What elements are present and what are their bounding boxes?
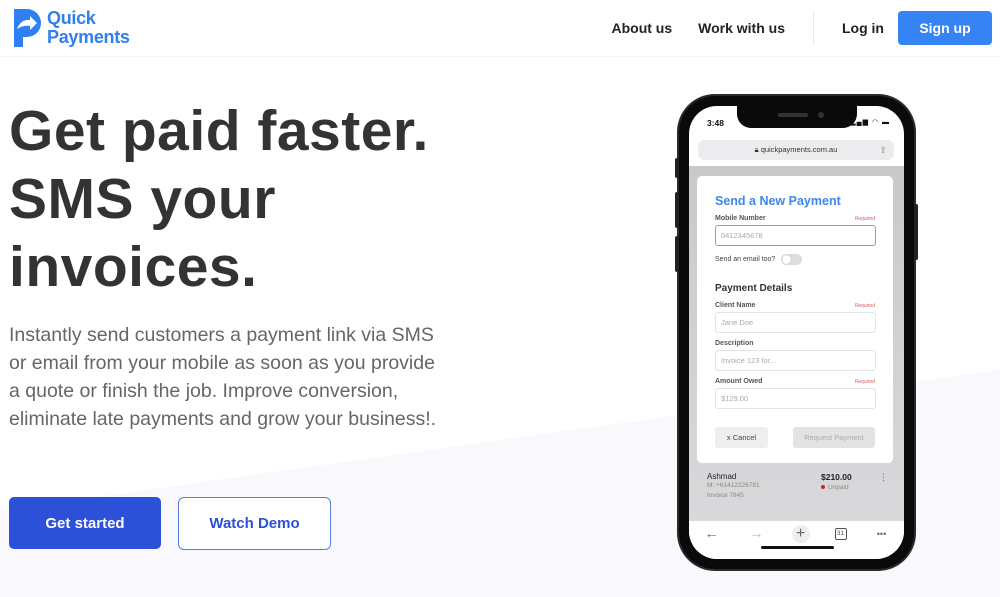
phone-notch [737, 106, 857, 128]
modal-actions: x Cancel Request Payment [715, 427, 875, 448]
headline-line-2: SMS your [9, 167, 276, 231]
phone-mockup: 3:48 ▂▄▆ ◠ ▬ 🔒︎ quickpayments.com.au ⇪ S… [675, 96, 918, 569]
client-name-label: Client Name Required [715, 302, 875, 309]
description-input[interactable]: Invoice 123 for... [715, 350, 876, 371]
email-toggle[interactable] [781, 254, 803, 265]
client-name-label-text: Client Name [715, 302, 756, 309]
speaker-grille [778, 113, 808, 117]
browser-toolbar: ← → + 31 ••• [689, 521, 904, 559]
share-icon[interactable]: ⇪ [879, 140, 887, 160]
signup-button[interactable]: Sign up [898, 11, 992, 45]
main-nav: About us Work with us Log in Sign up [611, 11, 992, 45]
logo-p-arrow-icon [14, 9, 41, 47]
front-camera [818, 112, 824, 118]
required-tag: Required [854, 216, 875, 222]
headline-line-3: invoices. [9, 235, 258, 299]
more-vertical-icon[interactable]: ⋮ [879, 472, 888, 483]
payment-status-text: Unpaid [828, 484, 849, 491]
lock-icon: 🔒︎ [754, 145, 759, 154]
wifi-icon: ◠ [871, 119, 880, 126]
tabs-count-icon[interactable]: 31 [834, 528, 847, 540]
site-header: Quick Payments About us Work with us Log… [0, 0, 1000, 57]
payment-list-item[interactable]: Ashmad M: +61412226781 Invoice 7845 $210… [707, 472, 892, 501]
back-arrow-icon[interactable]: ← [702, 525, 722, 541]
client-name-input[interactable]: Jane Doe [715, 312, 876, 333]
nav-about-us[interactable]: About us [611, 20, 672, 36]
home-indicator [761, 546, 834, 549]
status-icons: ▂▄▆ ◠ ▬ [850, 118, 890, 126]
cta-group: Get started Watch Demo [9, 497, 331, 550]
client-name: Ashmad [707, 472, 737, 481]
amount-owed-label-text: Amount Owed [715, 378, 763, 385]
signal-icon: ▂▄▆ [850, 119, 869, 126]
phone-screen: 3:48 ▂▄▆ ◠ ▬ 🔒︎ quickpayments.com.au ⇪ S… [689, 106, 904, 559]
nav-work-with-us[interactable]: Work with us [698, 20, 785, 36]
payment-status: Unpaid [821, 484, 849, 491]
forward-arrow-icon[interactable]: → [747, 525, 767, 541]
phone-volume-down [675, 236, 679, 272]
brand-name-line2: Payments [47, 27, 130, 47]
battery-icon: ▬ [882, 119, 890, 126]
request-payment-button[interactable]: Request Payment [793, 427, 875, 448]
phone-power-button [914, 204, 918, 260]
brand-name: Quick Payments [47, 9, 130, 47]
more-horizontal-icon[interactable]: ••• [872, 529, 892, 539]
phone-volume-up [675, 192, 679, 228]
new-tab-plus-icon[interactable]: + [791, 525, 810, 543]
description-label-text: Description [715, 340, 754, 347]
amount-owed-input[interactable]: $129.00 [715, 388, 876, 409]
mobile-number-label: Mobile Number Required [715, 215, 875, 222]
client-mobile: M: +61412226781 [707, 482, 760, 489]
login-link[interactable]: Log in [842, 20, 884, 36]
url-text: quickpayments.com.au [760, 145, 838, 154]
browser-url-bar[interactable]: 🔒︎ quickpayments.com.au ⇪ [698, 140, 894, 160]
mobile-number-label-text: Mobile Number [715, 215, 766, 222]
email-toggle-row: Send an email too? [715, 254, 875, 265]
status-dot-icon [821, 485, 825, 490]
watch-demo-button[interactable]: Watch Demo [178, 497, 331, 550]
headline-line-1: Get paid faster. [9, 99, 429, 163]
status-time: 3:48 [707, 118, 725, 128]
payment-amount: $210.00 [821, 472, 852, 482]
required-tag: Required [854, 379, 875, 385]
hero-headline: Get paid faster. SMS your invoices. [9, 97, 469, 301]
brand-name-line1: Quick [47, 8, 96, 28]
get-started-button[interactable]: Get started [9, 497, 161, 549]
send-payment-modal: Send a New Payment Mobile Number Require… [697, 176, 893, 463]
payment-details-heading: Payment Details [715, 283, 793, 294]
hero-section: Get paid faster. SMS your invoices. Inst… [9, 97, 469, 433]
modal-title: Send a New Payment [715, 194, 841, 208]
amount-owed-label: Amount Owed Required [715, 378, 875, 385]
required-tag: Required [854, 303, 875, 309]
description-label: Description [715, 340, 875, 347]
cancel-button[interactable]: x Cancel [715, 427, 768, 448]
brand-logo[interactable]: Quick Payments [12, 7, 130, 49]
phone-mute-switch [675, 158, 679, 178]
invoice-number: Invoice 7845 [707, 492, 744, 499]
hero-description: Instantly send customers a payment link … [9, 324, 437, 430]
email-toggle-label: Send an email too? [715, 256, 776, 263]
nav-divider [813, 11, 814, 45]
mobile-number-input[interactable]: 0412345678 [715, 225, 876, 246]
